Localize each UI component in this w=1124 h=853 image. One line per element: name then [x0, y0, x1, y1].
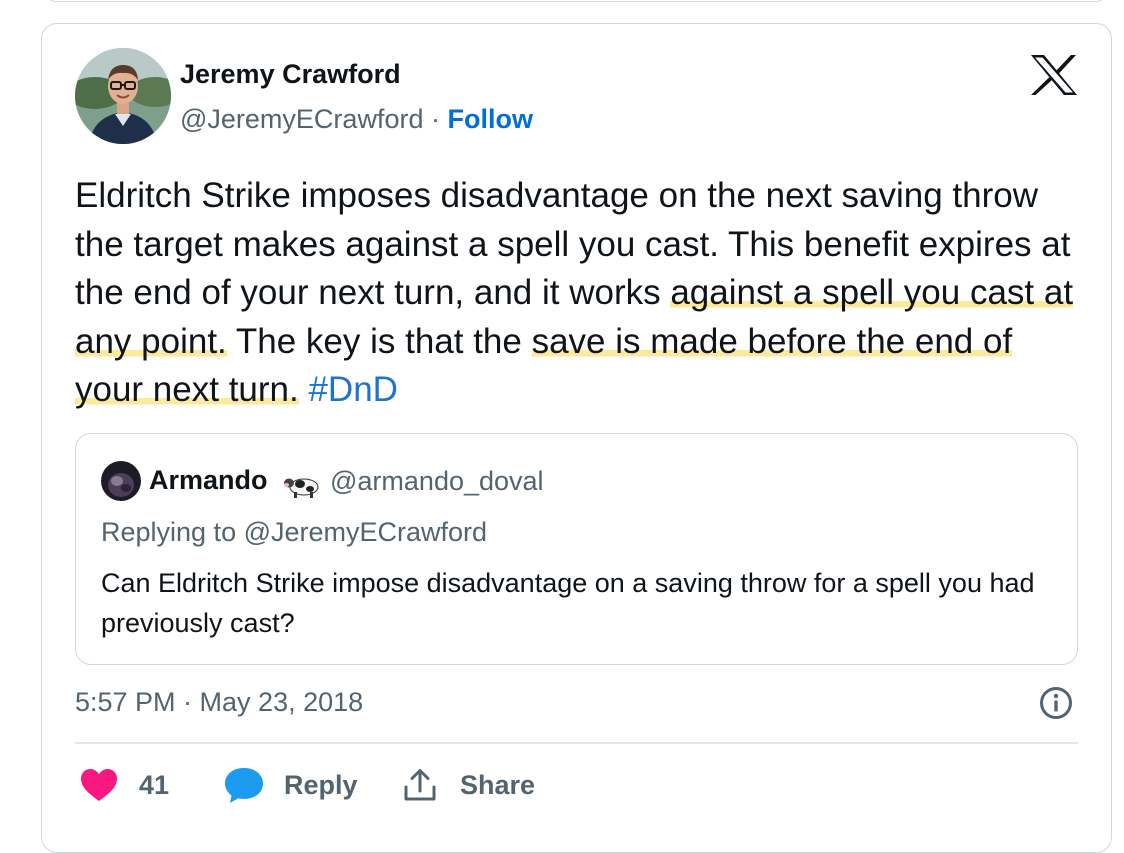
tweet-text-part3 [299, 370, 309, 409]
previous-card-edge [45, 0, 1107, 2]
reply-bubble-icon [225, 768, 263, 803]
quoted-author-name: Armando [149, 465, 268, 495]
x-logo-icon[interactable] [1031, 55, 1077, 95]
hashtag-link[interactable]: #DnD [308, 370, 397, 409]
share-button[interactable]: Share [402, 762, 535, 808]
like-button[interactable]: 41 [80, 762, 169, 808]
tweet-text: Eldritch Strike imposes disadvantage on … [75, 172, 1075, 415]
reply-label: Reply [284, 769, 358, 800]
tweet-text-part2: The key is that the [226, 321, 532, 361]
replying-to-text: Replying to @JeremyECrawford [101, 517, 488, 547]
actions-divider [75, 742, 1078, 744]
author-name[interactable]: Jeremy Crawford [180, 59, 401, 90]
author-avatar[interactable] [75, 48, 171, 144]
reply-button[interactable]: Reply [224, 762, 358, 808]
info-icon[interactable] [1039, 686, 1073, 720]
share-icon [404, 769, 436, 801]
handle-separator: · [430, 104, 440, 134]
tweet-timestamp[interactable]: 5:57 PM · May 23, 2018 [75, 687, 363, 718]
quoted-author-handle: @armando_doval [330, 466, 544, 496]
cow-emoji-icon [284, 478, 319, 498]
share-label: Share [460, 769, 536, 800]
quoted-tweet-text: Can Eldritch Strike impose disadvantage … [101, 568, 1035, 638]
heart-icon [81, 769, 117, 801]
author-handle[interactable]: @JeremyECrawford [180, 104, 423, 134]
follow-button[interactable]: Follow [448, 104, 533, 134]
like-count: 41 [139, 769, 170, 800]
author-handle-line: @JeremyECrawford · Follow [180, 104, 533, 135]
quoted-author-avatar[interactable] [101, 461, 141, 501]
